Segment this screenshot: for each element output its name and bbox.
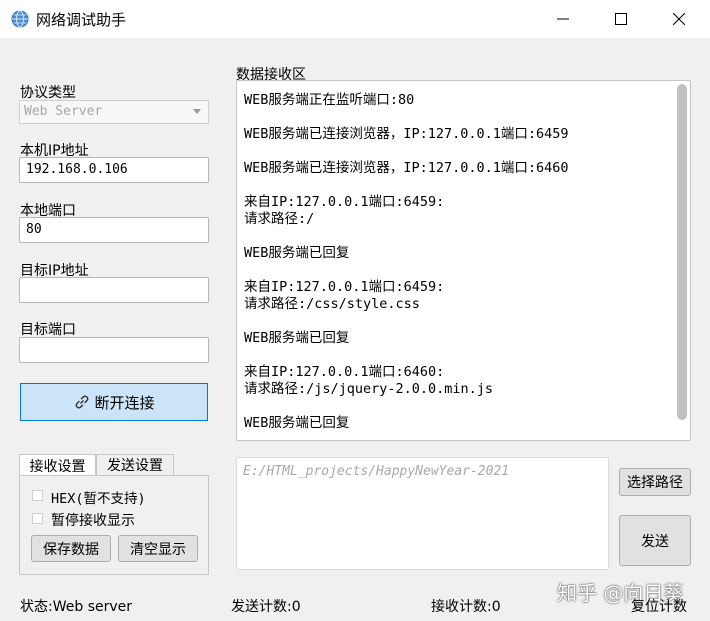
- select-path-button[interactable]: 选择路径: [619, 468, 691, 496]
- send-label: 发送: [641, 533, 669, 550]
- receive-textarea[interactable]: WEB服务端正在监听端口:80 WEB服务端已连接浏览器，IP:127.0.0.…: [236, 80, 691, 441]
- local-port-value: 80: [26, 222, 42, 237]
- target-port-input[interactable]: [19, 337, 209, 363]
- close-button[interactable]: [650, 0, 708, 38]
- hex-label: HEX(暂不支持): [51, 491, 146, 507]
- target-ip-input[interactable]: [19, 277, 209, 303]
- maximize-icon: [615, 13, 627, 25]
- tab-receive-settings[interactable]: 接收设置: [19, 454, 96, 477]
- receive-scrollbar[interactable]: [677, 84, 687, 420]
- maximize-button[interactable]: [592, 0, 650, 38]
- close-icon: [673, 13, 685, 25]
- send-button[interactable]: 发送: [619, 515, 691, 566]
- log-line: WEB服务端已回复: [244, 245, 350, 261]
- protocol-value: Web Server: [24, 104, 103, 119]
- clear-display-button[interactable]: 清空显示: [118, 535, 198, 562]
- log-line: WEB服务端已连接浏览器，IP:127.0.0.1端口:6460: [244, 160, 569, 176]
- reset-count-button[interactable]: 复位计数: [631, 596, 687, 616]
- disconnect-button[interactable]: 断开连接: [20, 383, 208, 421]
- pause-display-checkbox[interactable]: [32, 513, 43, 524]
- protocol-label: 协议类型: [20, 85, 76, 101]
- log-line: 请求路径:/css/style.css: [244, 296, 420, 312]
- log-line: 请求路径:/: [244, 211, 315, 227]
- window-title: 网络调试助手: [36, 11, 127, 29]
- log-line: WEB服务端已连接浏览器，IP:127.0.0.1端口:6459: [244, 126, 569, 142]
- tab-send-settings[interactable]: 发送设置: [96, 454, 174, 476]
- minimize-icon: [557, 18, 569, 20]
- select-path-label: 选择路径: [627, 475, 683, 491]
- disconnect-label: 断开连接: [94, 393, 155, 412]
- clear-display-label: 清空显示: [130, 541, 186, 558]
- send-path-placeholder: E:/HTML_projects/HappyNewYear-2021: [243, 464, 510, 479]
- local-ip-value: 192.168.0.106: [26, 162, 128, 177]
- minimize-button[interactable]: [534, 0, 592, 38]
- hex-checkbox[interactable]: [32, 490, 43, 501]
- local-port-input[interactable]: 80: [19, 217, 209, 243]
- log-line: WEB服务端已回复: [244, 330, 350, 346]
- target-port-label: 目标端口: [20, 322, 76, 338]
- log-line: WEB服务端正在监听端口:80: [244, 92, 415, 108]
- save-data-button[interactable]: 保存数据: [31, 535, 111, 562]
- pause-display-label: 暂停接收显示: [51, 513, 135, 529]
- receive-settings-panel: HEX(暂不支持) 暂停接收显示 保存数据 清空显示: [19, 475, 209, 575]
- link-icon: [76, 395, 89, 409]
- title-bar: 网络调试助手: [0, 0, 710, 38]
- log-line: WEB服务端已回复: [244, 415, 350, 431]
- tab-receive-label: 接收设置: [29, 459, 86, 475]
- status-text: 状态:Web server: [20, 599, 133, 615]
- chevron-down-icon: [193, 109, 201, 114]
- tab-send-label: 发送设置: [107, 458, 163, 474]
- protocol-select[interactable]: Web Server: [19, 100, 209, 124]
- sent-count: 发送计数:0: [231, 599, 301, 615]
- globe-icon: [11, 10, 29, 28]
- local-ip-input[interactable]: 192.168.0.106: [19, 157, 209, 183]
- received-count: 接收计数:0: [431, 599, 501, 615]
- save-data-label: 保存数据: [43, 541, 99, 558]
- send-textarea[interactable]: E:/HTML_projects/HappyNewYear-2021: [236, 457, 609, 570]
- log-line: 请求路径:/js/jquery-2.0.0.min.js: [244, 381, 494, 397]
